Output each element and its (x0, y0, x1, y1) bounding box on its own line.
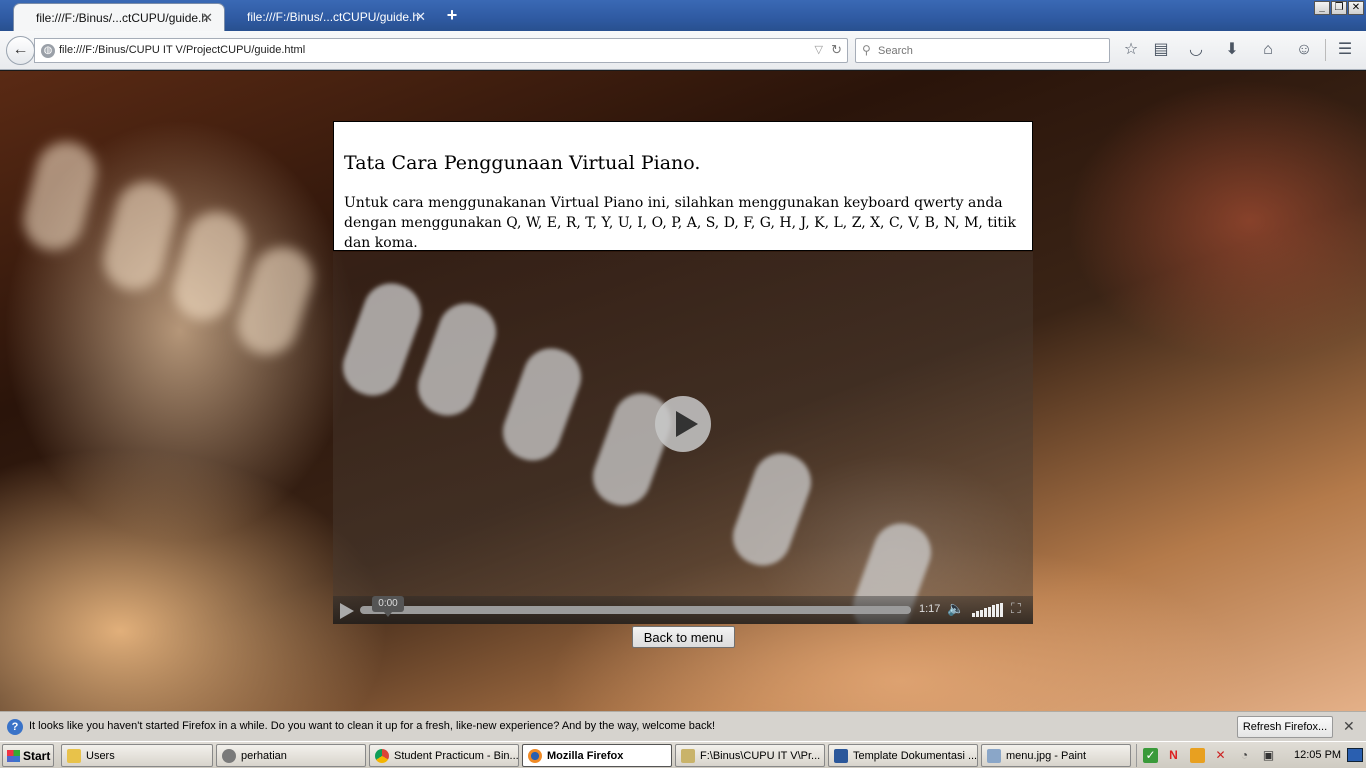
taskbar-item-chrome[interactable]: Student Practicum - Bin... (369, 744, 519, 767)
volume-slider[interactable] (972, 601, 1008, 617)
word-icon (834, 749, 848, 763)
back-button[interactable]: ← (6, 36, 35, 65)
security-icon[interactable]: ✓ (1143, 748, 1158, 763)
update-icon[interactable] (1190, 748, 1205, 763)
download-icon[interactable]: ⬇ (1221, 40, 1243, 62)
tab-title: file:///F:/Binus/...ctCUPU/guide.html (36, 11, 208, 25)
tab-close-icon[interactable]: ✕ (415, 9, 426, 25)
folder-icon (67, 749, 81, 763)
play-icon[interactable] (340, 603, 354, 619)
video-frame-key (410, 295, 504, 424)
volume-icon[interactable]: 🔈 (947, 600, 964, 617)
instructions-text: Untuk cara menggunakanan Virtual Piano i… (344, 195, 1017, 251)
tab-title: file:///F:/Binus/...ctCUPU/guide.html (247, 10, 419, 24)
norton-icon[interactable]: N (1166, 748, 1181, 763)
tab-close-icon[interactable]: ✕ (202, 10, 213, 26)
page-heading: Tata Cara Penggunaan Virtual Piano. (344, 152, 701, 174)
refresh-firefox-button[interactable]: Refresh Firefox... (1237, 716, 1333, 738)
network-icon[interactable]: ✕ (1213, 748, 1228, 763)
video-player[interactable]: 0:00 1:17 🔈 ⛶ (333, 252, 1033, 624)
back-to-menu-button[interactable]: Back to menu (632, 626, 735, 648)
taskbar: Start Users perhatian Student Practicum … (0, 741, 1366, 768)
firefox-icon (528, 749, 542, 763)
minimize-window-button[interactable]: _ (1314, 1, 1330, 15)
windows-logo-icon (7, 750, 20, 762)
background-piano-key (16, 135, 104, 257)
reload-icon[interactable]: ↻ (831, 42, 842, 58)
taskbar-item-label: Users (86, 750, 115, 762)
taskbar-item-word[interactable]: Template Dokumentasi ... (828, 744, 978, 767)
menu-icon[interactable]: ☰ (1334, 40, 1356, 62)
chrome-icon (375, 749, 389, 763)
taskbar-item-label: Student Practicum - Bin... (394, 750, 519, 762)
start-button[interactable]: Start (2, 744, 54, 767)
progress-bar[interactable]: 0:00 (360, 596, 911, 617)
history-dropdown-icon[interactable]: ▽ (815, 43, 823, 56)
fullscreen-icon[interactable]: ⛶ (1011, 600, 1021, 617)
tab-guide-active[interactable]: file:///F:/Binus/...ctCUPU/guide.html ✕ (13, 3, 225, 31)
toolbar-separator (1325, 39, 1326, 61)
close-icon[interactable]: ✕ (1343, 718, 1355, 735)
globe-icon: ◍ (41, 44, 55, 58)
instruction-panel: Tata Cara Penggunaan Virtual Piano. Untu… (333, 121, 1033, 251)
taskbar-item-paint[interactable]: menu.jpg - Paint (981, 744, 1131, 767)
video-frame-key (335, 275, 429, 404)
app-icon (222, 749, 236, 763)
restore-window-button[interactable]: ❐ (1331, 1, 1347, 15)
background-piano-key (96, 175, 184, 297)
notepad-icon (681, 749, 695, 763)
play-overlay-button[interactable] (655, 396, 711, 452)
new-tab-icon[interactable]: + (442, 5, 462, 26)
taskbar-item-label: F:\Binus\CUPU IT V\Pr... (700, 750, 821, 762)
taskbar-item-label: menu.jpg - Paint (1006, 750, 1087, 762)
clock[interactable]: 12:05 PM (1294, 749, 1341, 761)
start-label: Start (23, 749, 51, 763)
taskbar-item-label: perhatian (241, 750, 287, 762)
back-arrow-icon: ← (12, 41, 29, 58)
url-bar[interactable]: ◍ file:///F:/Binus/CUPU IT V/ProjectCUPU… (34, 38, 848, 63)
search-input[interactable] (878, 43, 1098, 59)
url-text[interactable]: file:///F:/Binus/CUPU IT V/ProjectCUPU/g… (59, 44, 305, 56)
video-frame-key (725, 445, 819, 574)
search-bar[interactable]: ⚲ (855, 38, 1110, 63)
sync-icon[interactable]: ◔ (1237, 748, 1252, 763)
taskbar-item-label: Mozilla Firefox (547, 750, 624, 762)
search-icon: ⚲ (862, 43, 871, 57)
notification-bar: ? It looks like you haven't started Fire… (0, 711, 1366, 741)
current-time: 0:00 (372, 596, 404, 617)
home-icon[interactable]: ⌂ (1257, 40, 1279, 62)
taskbar-item-firefox[interactable]: Mozilla Firefox (522, 744, 672, 767)
pocket-icon[interactable]: ◡ (1185, 40, 1207, 62)
paint-icon (987, 749, 1001, 763)
navigation-toolbar: ◍ file:///F:/Binus/CUPU IT V/ProjectCUPU… (0, 31, 1366, 70)
help-icon: ? (7, 719, 23, 735)
video-controls: 0:00 1:17 🔈 ⛶ (333, 596, 1033, 624)
hello-chat-icon[interactable]: ☺ (1293, 40, 1315, 62)
tab-guide-inactive[interactable]: file:///F:/Binus/...ctCUPU/guide.html ✕ (225, 3, 437, 31)
volume-tray-icon[interactable]: ▣ (1261, 748, 1276, 763)
system-tray: ✓ N ✕ ◔ ▣ 12:05 PM (1136, 744, 1366, 767)
taskbar-item-explorer[interactable]: F:\Binus\CUPU IT V\Pr... (675, 744, 825, 767)
taskbar-item-users[interactable]: Users (61, 744, 213, 767)
notification-message: It looks like you haven't started Firefo… (29, 720, 716, 732)
taskbar-item-perhatian[interactable]: perhatian (216, 744, 366, 767)
video-frame-key (495, 340, 589, 469)
reading-list-icon[interactable]: ▤ (1150, 40, 1172, 62)
duration-label: 1:17 (919, 603, 941, 615)
tab-strip: file:///F:/Binus/...ctCUPU/guide.html ✕ … (0, 0, 1366, 31)
star-icon[interactable]: ☆ (1120, 40, 1142, 62)
page-content: Tata Cara Penggunaan Virtual Piano. Untu… (0, 71, 1366, 711)
taskbar-item-label: Template Dokumentasi ... (853, 750, 978, 762)
close-window-button[interactable]: ✕ (1348, 1, 1364, 15)
show-desktop-icon[interactable] (1347, 748, 1363, 762)
